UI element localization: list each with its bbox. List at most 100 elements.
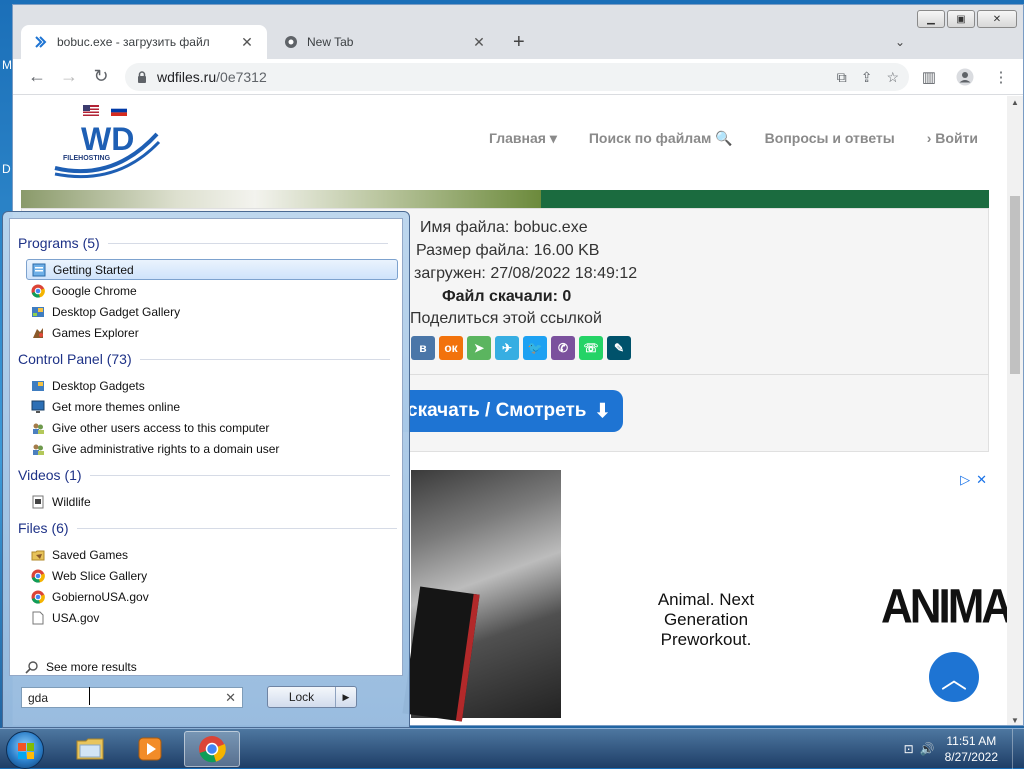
vk-share-icon[interactable]: в	[411, 336, 435, 360]
ad-brand-logo: ANIMAL	[881, 579, 1009, 634]
show-desktop-button[interactable]	[1012, 729, 1024, 769]
adchoices-icon[interactable]: ▷	[960, 472, 970, 488]
nav-faq[interactable]: Вопросы и ответы	[765, 130, 895, 147]
section-title-files: Files (6)	[18, 520, 69, 536]
tab-close-icon[interactable]: ✕	[239, 34, 255, 51]
video-file-icon	[30, 494, 46, 510]
volume-icon[interactable]: 🔊	[920, 742, 935, 756]
tab-active[interactable]: bobuc.exe - загрузить файл ✕	[21, 25, 267, 59]
share-label: Поделиться этой ссылкой	[410, 310, 602, 327]
result-desktop-gadgets[interactable]: Desktop Gadgets	[26, 375, 398, 396]
result-give-admin-rights[interactable]: Give administrative rights to a domain u…	[26, 438, 398, 459]
url-host: wdfiles.ru	[157, 69, 217, 85]
desktop-icon-label[interactable]: D	[2, 162, 11, 176]
tab-strip: ▁ ▣ ✕ bobuc.exe - загрузить файл ✕ New T…	[13, 5, 1023, 59]
taskbar-chrome[interactable]	[184, 731, 240, 767]
start-search-input[interactable]: gda ✕	[21, 687, 243, 708]
uploaded-value: 27/08/2022 18:49:12	[490, 265, 638, 282]
result-gobiernousa[interactable]: GobiernoUSA.gov	[26, 586, 398, 607]
result-web-slice-gallery[interactable]: Web Slice Gallery	[26, 565, 398, 586]
tab-title: New Tab	[307, 35, 354, 49]
desktop-icon-label[interactable]: M	[2, 58, 12, 72]
download-icon: ⬇	[594, 400, 611, 422]
power-options-arrow-icon[interactable]: ▶	[336, 687, 356, 707]
flag-ru-icon[interactable]	[111, 105, 127, 116]
nav-login[interactable]: › Войти	[927, 130, 978, 147]
media-player-icon	[138, 737, 162, 761]
scrollbar-thumb[interactable]	[1010, 196, 1020, 374]
tab-close-icon[interactable]: ✕	[471, 34, 487, 51]
back-button[interactable]: ←	[21, 63, 53, 91]
clock[interactable]: 11:51 AM 8/27/2022	[945, 733, 998, 765]
result-wildlife[interactable]: Wildlife	[26, 491, 398, 512]
scroll-to-top-button[interactable]: ︿	[929, 652, 979, 702]
result-give-other-users-access[interactable]: Give other users access to this computer	[26, 417, 398, 438]
system-tray: ⊡ 🔊 11:51 AM 8/27/2022	[904, 729, 1024, 769]
result-getting-started[interactable]: Getting Started	[26, 259, 398, 280]
result-games-explorer[interactable]: Games Explorer	[26, 322, 398, 343]
see-more-results[interactable]: See more results	[24, 659, 137, 675]
nav-file-search[interactable]: Поиск по файлам 🔍	[589, 130, 733, 147]
bookmark-star-icon[interactable]: ☆	[886, 69, 899, 86]
taskbar-explorer[interactable]	[62, 731, 118, 767]
ad-tagline-2: Preworkout.	[660, 630, 752, 649]
new-tab-button[interactable]: +	[513, 31, 525, 54]
side-panel-icon[interactable]: ▥	[915, 63, 943, 91]
lock-icon	[138, 71, 146, 83]
profile-avatar-icon[interactable]	[951, 63, 979, 91]
livejournal-share-icon[interactable]: ✎	[607, 336, 631, 360]
nav-home[interactable]: Главная ▾	[489, 130, 557, 147]
gadget-gallery-icon	[30, 378, 46, 394]
result-desktop-gadget-gallery[interactable]: Desktop Gadget Gallery	[26, 301, 398, 322]
logo-text: WD	[81, 121, 134, 157]
logo-sub: FILEHOSTING	[63, 155, 111, 162]
flag-us-icon[interactable]	[83, 105, 99, 116]
odnoklassniki-share-icon[interactable]: ок	[439, 336, 463, 360]
clear-search-icon[interactable]: ✕	[225, 690, 236, 706]
section-title-programs: Programs (5)	[18, 235, 100, 251]
page-scrollbar[interactable]: ▲ ▼	[1007, 96, 1023, 725]
send-share-icon[interactable]: ➤	[467, 336, 491, 360]
games-explorer-icon	[30, 325, 46, 341]
twitter-share-icon[interactable]: 🐦	[523, 336, 547, 360]
minimize-button[interactable]: ▁	[917, 10, 945, 28]
lock-button[interactable]: Lock ▶	[267, 686, 357, 708]
translate-icon[interactable]: ⧉	[837, 69, 847, 86]
chrome-icon	[30, 589, 46, 605]
tab-new-tab[interactable]: New Tab ✕	[271, 25, 499, 59]
users-icon	[30, 420, 46, 436]
address-bar[interactable]: wdfiles.ru/0e7312 ⧉ ⇪ ☆	[125, 63, 909, 91]
start-button[interactable]	[6, 731, 44, 769]
viber-share-icon[interactable]: ✆	[551, 336, 575, 360]
telegram-share-icon[interactable]: ✈	[495, 336, 519, 360]
result-saved-games[interactable]: Saved Games	[26, 544, 398, 565]
close-window-button[interactable]: ✕	[977, 10, 1017, 28]
result-usa-gov[interactable]: USA.gov	[26, 607, 398, 628]
ad-close-icon[interactable]: ✕	[976, 472, 987, 488]
getting-started-icon	[31, 262, 47, 278]
maximize-button[interactable]: ▣	[947, 10, 975, 28]
result-google-chrome[interactable]: Google Chrome	[26, 280, 398, 301]
menu-kebab-icon[interactable]: ⋮	[987, 63, 1015, 91]
header-banner-image	[21, 190, 989, 208]
network-icon[interactable]: ⊡	[904, 742, 914, 756]
search-icon	[24, 659, 40, 675]
chrome-icon	[199, 736, 226, 763]
forward-button[interactable]: →	[53, 63, 85, 91]
site-logo[interactable]: WD FILEHOSTING	[53, 120, 163, 182]
share-icon[interactable]: ⇪	[861, 69, 873, 86]
whatsapp-share-icon[interactable]: ☏	[579, 336, 603, 360]
text-cursor	[89, 687, 90, 705]
downloads-value: 0	[562, 288, 572, 305]
taskbar-media-player[interactable]	[122, 731, 178, 767]
result-get-more-themes[interactable]: Get more themes online	[26, 396, 398, 417]
taskbar: ⊡ 🔊 11:51 AM 8/27/2022	[0, 728, 1024, 769]
reload-button[interactable]: ↻	[85, 63, 117, 91]
tab-search-chevron-icon[interactable]: ⌄	[895, 35, 905, 49]
gadget-gallery-icon	[30, 304, 46, 320]
users-icon	[30, 441, 46, 457]
uploaded-label: загружен:	[414, 265, 486, 282]
file-name-value: bobuc.exe	[513, 219, 588, 236]
lock-button-label[interactable]: Lock	[268, 687, 336, 707]
download-button[interactable]: скачать / Смотреть ⬇	[383, 390, 623, 432]
